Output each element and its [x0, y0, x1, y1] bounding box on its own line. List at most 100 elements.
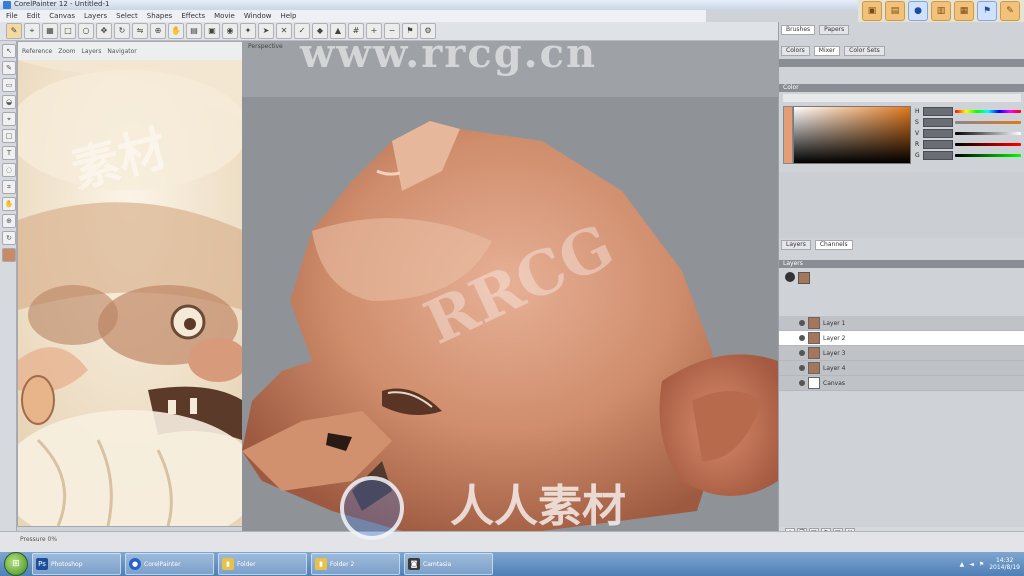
- diamond-icon[interactable]: ◆: [312, 23, 328, 39]
- tab-color-sets[interactable]: Color Sets: [844, 46, 885, 56]
- current-color-swatch[interactable]: [783, 106, 793, 164]
- slider-value-field[interactable]: [923, 151, 953, 160]
- dropper-icon[interactable]: ⌖: [24, 23, 40, 39]
- value-slider[interactable]: [955, 132, 1021, 135]
- tab-mixer[interactable]: Mixer: [813, 46, 841, 56]
- tab-layers[interactable]: Layers: [781, 240, 811, 250]
- plus-icon[interactable]: +: [366, 23, 382, 39]
- slider-value-field[interactable]: [923, 118, 953, 127]
- tray-icon-7[interactable]: ✎: [1000, 1, 1020, 21]
- volume-icon[interactable]: ◄: [969, 561, 974, 568]
- grid-icon[interactable]: ▦: [42, 23, 58, 39]
- menu-item[interactable]: Shapes: [147, 12, 173, 20]
- taskbar-item-photoshop[interactable]: Ps Photoshop: [32, 553, 121, 575]
- visibility-eye-icon[interactable]: [799, 320, 805, 326]
- menu-item[interactable]: Effects: [181, 12, 205, 20]
- triangle-icon[interactable]: ▲: [330, 23, 346, 39]
- taskbar-item-folder-2[interactable]: ▮ Folder 2: [311, 553, 400, 575]
- menu-item[interactable]: Movie: [214, 12, 235, 20]
- layer-row[interactable]: Layer 1: [779, 316, 1024, 331]
- lock-icon[interactable]: ▣: [204, 23, 220, 39]
- layer-icon[interactable]: ▤: [186, 23, 202, 39]
- slider-row: S: [915, 117, 1021, 128]
- slider-value-field[interactable]: [923, 129, 953, 138]
- hash-icon[interactable]: #: [348, 23, 364, 39]
- 3d-viewport[interactable]: Perspective: [242, 41, 778, 531]
- tab-channels[interactable]: Channels: [814, 240, 853, 250]
- tray-icon-5[interactable]: ▦: [954, 1, 974, 21]
- tray-icon-4[interactable]: ▥: [931, 1, 951, 21]
- circle-icon[interactable]: ○: [78, 23, 94, 39]
- gear-icon[interactable]: ⚙: [420, 23, 436, 39]
- start-button[interactable]: ⊞: [4, 552, 28, 576]
- slider-value-field[interactable]: [923, 140, 953, 149]
- tray-icon-2[interactable]: ▤: [885, 1, 905, 21]
- tray-icon-3[interactable]: ●: [908, 1, 928, 21]
- taskbar-item-folder[interactable]: ▮ Folder: [218, 553, 307, 575]
- saturation-slider[interactable]: [955, 121, 1021, 124]
- bucket-tool-icon[interactable]: ◒: [2, 95, 16, 109]
- rotate-icon[interactable]: ↻: [114, 23, 130, 39]
- tray-icon-6[interactable]: ⚑: [977, 1, 997, 21]
- composite-icon[interactable]: [785, 272, 795, 282]
- hand-tool-icon[interactable]: ✋: [2, 197, 16, 211]
- eraser-tool-icon[interactable]: ▭: [2, 78, 16, 92]
- menu-item[interactable]: Layers: [84, 12, 107, 20]
- flag-icon[interactable]: ⚑: [979, 561, 984, 568]
- layer-row[interactable]: Layer 4: [779, 361, 1024, 376]
- menu-item[interactable]: File: [6, 12, 18, 20]
- text-tool-icon[interactable]: T: [2, 146, 16, 160]
- hue-slider[interactable]: [955, 110, 1021, 113]
- menu-item[interactable]: Edit: [27, 12, 41, 20]
- crop-tool-icon[interactable]: ⌗: [2, 180, 16, 194]
- lasso-tool-icon[interactable]: ◌: [2, 163, 16, 177]
- clock[interactable]: 14:32 2014/8/19: [989, 557, 1020, 571]
- visibility-eye-icon[interactable]: [799, 335, 805, 341]
- reference-tab[interactable]: Reference: [22, 48, 52, 55]
- layer-row[interactable]: Canvas: [779, 376, 1024, 391]
- visibility-eye-icon[interactable]: [799, 380, 805, 386]
- tab-brushes[interactable]: Brushes: [781, 25, 816, 35]
- brush-tool-icon[interactable]: ✎: [6, 23, 22, 39]
- taskbar-item-camtasia[interactable]: ◙ Camtasia: [404, 553, 493, 575]
- square-icon[interactable]: □: [60, 23, 76, 39]
- slider-value-field[interactable]: [923, 107, 953, 116]
- arrow-icon[interactable]: ➤: [258, 23, 274, 39]
- menu-item[interactable]: Help: [280, 12, 296, 20]
- color-picker-box[interactable]: [793, 106, 911, 164]
- layer-row[interactable]: Layer 3: [779, 346, 1024, 361]
- visibility-eye-icon[interactable]: [799, 365, 805, 371]
- flag-icon[interactable]: ⚑: [402, 23, 418, 39]
- mirror-icon[interactable]: ⇋: [132, 23, 148, 39]
- cross-icon[interactable]: ✕: [276, 23, 292, 39]
- menu-item[interactable]: Window: [244, 12, 272, 20]
- check-icon[interactable]: ✓: [294, 23, 310, 39]
- zoom-tool-icon[interactable]: ⊕: [2, 214, 16, 228]
- tray-icon-1[interactable]: ▣: [862, 1, 882, 21]
- star-icon[interactable]: ✦: [240, 23, 256, 39]
- move-icon[interactable]: ✥: [96, 23, 112, 39]
- hand-icon[interactable]: ✋: [168, 23, 184, 39]
- menu-item[interactable]: Select: [116, 12, 138, 20]
- rotate-tool-icon[interactable]: ↻: [2, 231, 16, 245]
- menu-item[interactable]: Canvas: [49, 12, 75, 20]
- layer-row-selected[interactable]: Layer 2: [779, 331, 1024, 346]
- tab-colors[interactable]: Colors: [781, 46, 810, 56]
- reference-tab[interactable]: Layers: [82, 48, 102, 55]
- minus-icon[interactable]: −: [384, 23, 400, 39]
- reference-tab[interactable]: Zoom: [58, 48, 75, 55]
- reference-tab[interactable]: Navigator: [107, 48, 136, 55]
- green-slider[interactable]: [955, 154, 1021, 157]
- dropper-tool-icon[interactable]: ⌖: [2, 112, 16, 126]
- zoom-icon[interactable]: ⊕: [150, 23, 166, 39]
- eye-icon[interactable]: ◉: [222, 23, 238, 39]
- pen-tool-icon[interactable]: ✎: [2, 61, 16, 75]
- shape-tool-icon[interactable]: □: [2, 129, 16, 143]
- visibility-eye-icon[interactable]: [799, 350, 805, 356]
- network-icon[interactable]: ▲: [960, 561, 965, 568]
- pointer-tool-icon[interactable]: ↖: [2, 44, 16, 58]
- color-swatch-icon[interactable]: [2, 248, 16, 262]
- red-slider[interactable]: [955, 143, 1021, 146]
- taskbar-item-painter[interactable]: ● CorelPainter: [125, 553, 214, 575]
- tab-papers[interactable]: Papers: [819, 25, 850, 35]
